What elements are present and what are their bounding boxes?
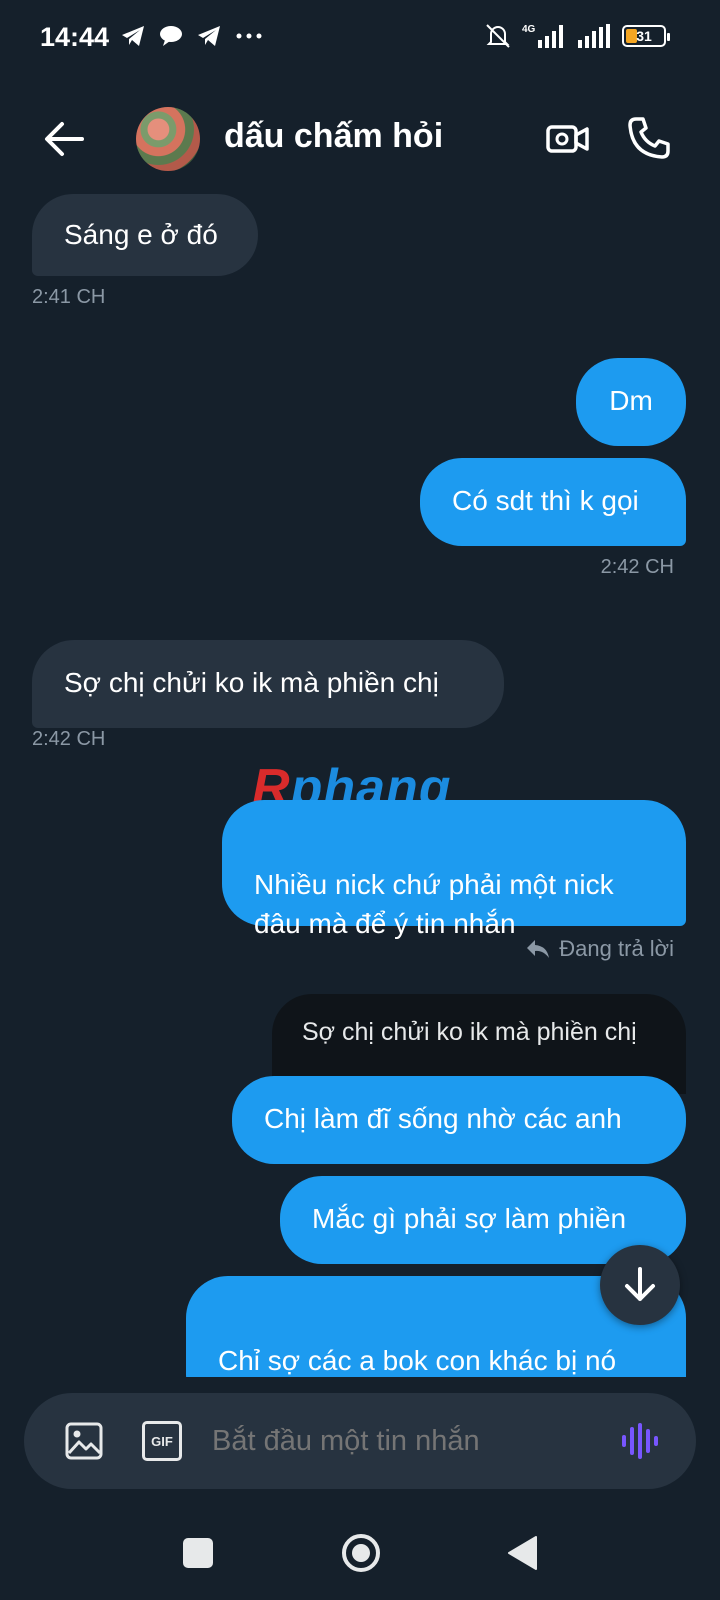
battery-level: 31	[636, 28, 652, 44]
message-timestamp: 2:41 CH	[32, 286, 106, 308]
message-input[interactable]	[212, 1419, 592, 1463]
telegram-icon	[198, 26, 220, 46]
message-bubble-sent[interactable]: Nhiều nick chứ phải một nick đâu mà để ý…	[222, 800, 686, 939]
recent-apps-button[interactable]	[183, 1538, 213, 1568]
status-bar: 14:44 4G 31	[0, 0, 720, 80]
message-composer: GIF	[24, 1393, 696, 1489]
scroll-to-bottom-button[interactable]	[600, 1245, 680, 1325]
message-bubble-sent[interactable]: Có sdt thì k gọi	[420, 458, 686, 546]
conversation-header: dấu chấm hỏi	[0, 95, 720, 185]
message-text: Chị làm đĩ sống nhờ các anh	[264, 1103, 622, 1134]
message-bubble-received[interactable]: Sáng e ở đó	[32, 194, 258, 276]
back-button[interactable]	[506, 1535, 540, 1571]
message-text: Chỉ sợ các a bok con khác bị nó lừa bị n…	[218, 1345, 617, 1376]
system-nav-bar	[0, 1500, 720, 1600]
telegram-icon	[122, 26, 144, 46]
message-timestamp: 2:42 CH	[32, 728, 106, 750]
message-bubble-received[interactable]: Sợ chị chửi ko ik mà phiền chị	[32, 640, 504, 728]
reply-icon	[527, 940, 550, 958]
home-button[interactable]	[341, 1533, 381, 1573]
image-icon[interactable]	[64, 1421, 104, 1461]
battery-icon: 31	[622, 25, 670, 47]
phone-call-icon[interactable]	[626, 115, 672, 161]
contact-name[interactable]: dấu chấm hỏi	[224, 117, 443, 156]
arrow-down-icon	[625, 1267, 655, 1301]
avatar[interactable]	[136, 107, 200, 171]
message-text: Dm	[609, 385, 653, 416]
message-list[interactable]: Sáng e ở đó 2:41 CH Dm Có sdt thì k gọi …	[0, 192, 720, 1377]
message-text: Sáng e ở đó	[64, 219, 218, 250]
voice-message-icon[interactable]	[620, 1421, 660, 1461]
gif-label: GIF	[151, 1433, 173, 1449]
replying-label: Đang trả lời	[559, 936, 674, 961]
status-time: 14:44	[40, 22, 110, 52]
quoted-text: Sợ chị chửi ko ik mà phiền chị	[302, 1018, 637, 1046]
signal-icon	[578, 24, 610, 48]
chat-bubble-icon	[160, 26, 182, 46]
notification-icons	[120, 24, 264, 48]
back-arrow-icon[interactable]	[42, 117, 86, 161]
message-text: Sợ chị chửi ko ik mà phiền chị	[64, 667, 439, 698]
mute-bell-icon	[486, 24, 510, 48]
message-text: Có sdt thì k gọi	[452, 485, 639, 516]
replying-indicator: Đang trả lời	[525, 936, 674, 962]
signal-4g-icon: 4G	[522, 24, 563, 48]
svg-text:4G: 4G	[522, 24, 536, 35]
message-bubble-sent[interactable]: Chị làm đĩ sống nhờ các anh	[232, 1076, 686, 1164]
system-icons: 4G 31	[484, 22, 670, 50]
message-bubble-sent[interactable]: Dm	[576, 358, 686, 446]
message-text: Mắc gì phải sợ làm phiền	[312, 1203, 627, 1234]
more-icon	[236, 33, 262, 39]
video-call-icon[interactable]	[545, 117, 591, 161]
gif-icon[interactable]: GIF	[142, 1421, 182, 1461]
message-text: Nhiều nick chứ phải một nick đâu mà để ý…	[254, 869, 614, 939]
message-timestamp: 2:42 CH	[600, 556, 674, 578]
